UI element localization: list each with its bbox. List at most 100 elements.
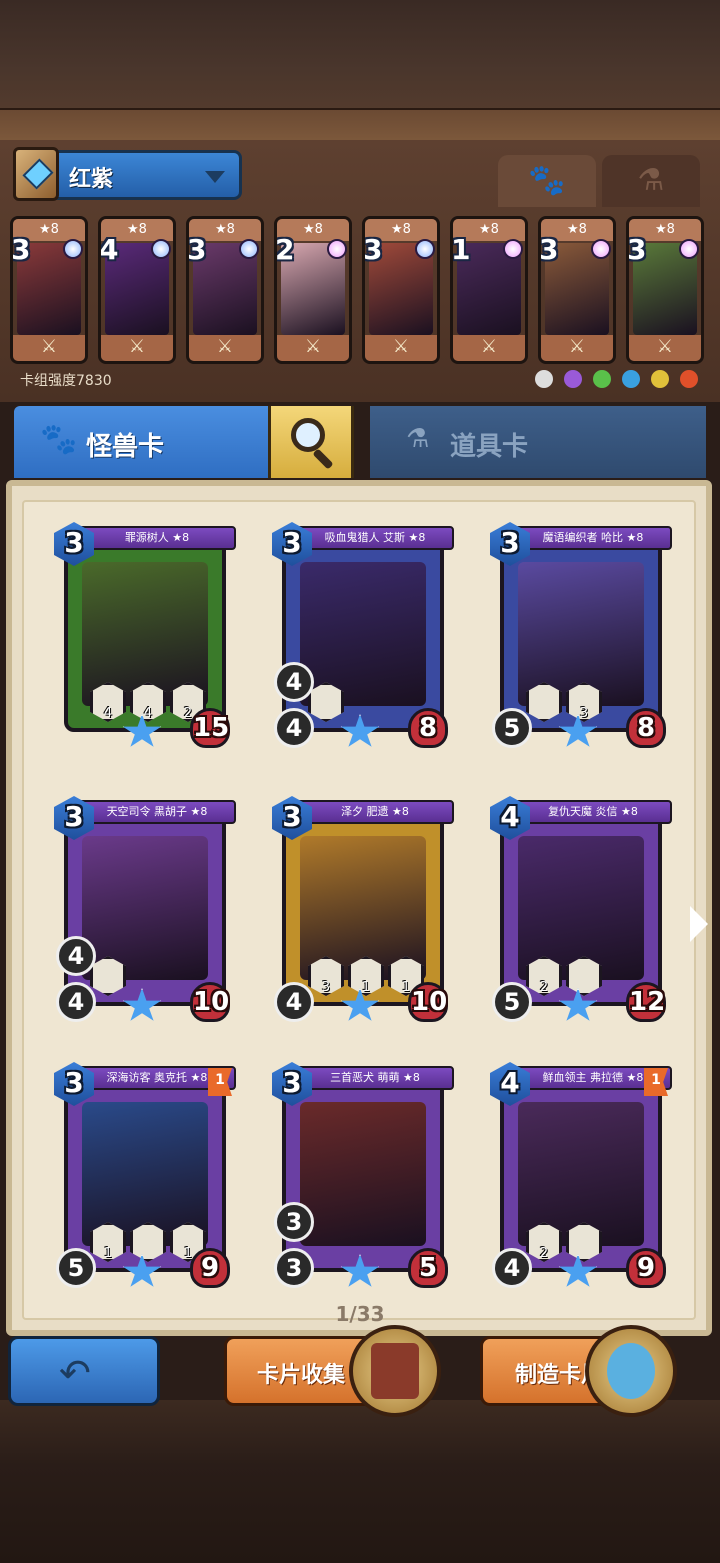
monster-card[interactable]: 罪源树人 ★8 3 4 4 2 15	[54, 522, 236, 750]
card-attack: 4	[274, 708, 314, 748]
tab-item-label: 道具卡	[450, 432, 529, 462]
ability-icon	[566, 956, 602, 996]
yellow-element-icon[interactable]	[650, 370, 669, 388]
gem-icon	[327, 239, 347, 259]
ability-icon: 4	[130, 682, 166, 722]
ability-icon: 1	[348, 956, 384, 996]
element-filter-icons	[529, 370, 698, 390]
card-name: 魔语编织者 哈比 ★8	[514, 526, 672, 550]
card-abilities: 311	[308, 956, 424, 996]
craft-card-button[interactable]: 制造卡片	[480, 1325, 677, 1417]
sword-icon: ⚔	[453, 335, 525, 361]
monster-card[interactable]: 魔语编织者 哈比 ★8 3 3 8 5	[490, 522, 672, 750]
ability-icon: 2	[526, 1222, 562, 1262]
sword-icon: ⚔	[13, 335, 85, 361]
ability-icon	[90, 956, 126, 996]
bottom-wood-footer	[0, 1400, 720, 1563]
card-hp: 8	[626, 708, 666, 748]
potion-icon: ⚗	[406, 424, 430, 454]
purple-element-icon[interactable]	[563, 370, 582, 388]
ability-icon	[130, 1222, 166, 1262]
deck-card[interactable]: ★8 ⚔ 1	[450, 216, 528, 364]
deck-card[interactable]: ★8 ⚔ 3	[362, 216, 440, 364]
monster-card[interactable]: 复仇天魔 炎信 ★8 4 2 12 5	[490, 796, 672, 1024]
sword-icon: ⚔	[277, 335, 349, 361]
ability-icon: 3	[566, 682, 602, 722]
card-stat: 4	[274, 662, 314, 702]
card-hp: 10	[408, 982, 448, 1022]
potion-icon: ⚗	[637, 163, 665, 198]
card-attack: 5	[56, 1248, 96, 1288]
tab-monster-filter[interactable]: 🐾	[498, 155, 596, 207]
monster-card[interactable]: 深海访客 奥克托 ★8 3 1 1 9 5 1	[54, 1062, 236, 1290]
card-grid: 罪源树人 ★8 3 4 4 2 15 吸血鬼猎人 艾斯 ★8 3 8 4 4 魔语编织者 哈比 ★8 3…	[22, 500, 696, 1320]
deck-card-cost: 3	[627, 233, 647, 266]
next-page-arrow-icon[interactable]	[690, 906, 708, 942]
deck-card-cost: 3	[363, 233, 383, 266]
card-hp: 9	[190, 1248, 230, 1288]
card-type-tabs: 🐾 怪兽卡 ⚗ 道具卡	[14, 406, 706, 478]
deck-name: 红紫	[69, 167, 114, 192]
deck-selector-dropdown[interactable]: 红紫	[13, 147, 242, 201]
deck-card[interactable]: ★8 ⚔ 3	[10, 216, 88, 364]
ability-icon	[566, 1222, 602, 1262]
tab-monster-label: 怪兽卡	[86, 432, 165, 462]
tab-item-cards[interactable]: ⚗ 道具卡	[370, 406, 706, 478]
deck-card-cost: 4	[99, 233, 119, 266]
monster-card[interactable]: 吸血鬼猎人 艾斯 ★8 3 8 4 4	[272, 522, 454, 750]
monster-card[interactable]: 鲜血领主 弗拉德 ★8 4 2 9 4 1	[490, 1062, 672, 1290]
tab-monster-cards[interactable]: 🐾 怪兽卡	[14, 406, 268, 478]
deck-card[interactable]: ★8 ⚔ 3	[626, 216, 704, 364]
card-hp: 10	[190, 982, 230, 1022]
top-wood-header	[0, 0, 720, 140]
deck-card-list: ★8 ⚔ 3 ★8 ⚔ 4 ★8 ⚔ 3 ★8 ⚔ 2 ★8 ⚔ 3 ★8 ⚔ 1 ★8 ⚔ 3 ★8 ⚔ 3	[10, 216, 710, 366]
circle-icon[interactable]	[534, 370, 553, 388]
page-indicator: 1/33	[335, 1302, 385, 1326]
fire-element-icon[interactable]	[680, 370, 698, 388]
card-name: 吸血鬼猎人 艾斯 ★8	[296, 526, 454, 550]
sword-icon: ⚔	[101, 335, 173, 361]
tab-item-filter[interactable]: ⚗	[602, 155, 700, 207]
ability-icon	[308, 682, 344, 722]
card-attack: 5	[492, 982, 532, 1022]
sword-icon: ⚔	[541, 335, 613, 361]
deck-card[interactable]: ★8 ⚔ 3	[186, 216, 264, 364]
card-hp: 5	[408, 1248, 448, 1288]
deck-card-cost: 3	[11, 233, 31, 266]
back-button[interactable]: ↶	[8, 1336, 160, 1406]
ability-icon: 1	[90, 1222, 126, 1262]
back-arrow-icon: ↶	[59, 1351, 91, 1395]
craft-potion-icon	[585, 1325, 677, 1417]
ability-icon: 3	[308, 956, 344, 996]
blue-element-icon[interactable]	[621, 370, 640, 388]
deck-card[interactable]: ★8 ⚔ 3	[538, 216, 616, 364]
deck-card-cost: 3	[187, 233, 207, 266]
deck-card[interactable]: ★8 ⚔ 4	[98, 216, 176, 364]
sword-icon: ⚔	[365, 335, 437, 361]
sword-icon: ⚔	[629, 335, 701, 361]
monster-card[interactable]: 三首恶犬 萌萌 ★8 3 5 3 3	[272, 1062, 454, 1290]
search-button[interactable]	[268, 406, 354, 478]
deck-card[interactable]: ★8 ⚔ 2	[274, 216, 352, 364]
card-name: 泽夕 肥遗 ★8	[296, 800, 454, 824]
search-icon	[291, 418, 325, 452]
chevron-down-icon	[205, 171, 225, 183]
card-hp: 8	[408, 708, 448, 748]
card-name: 罪源树人 ★8	[78, 526, 236, 550]
card-abilities: 3	[526, 682, 602, 722]
gem-icon	[415, 239, 435, 259]
card-hp: 9	[626, 1248, 666, 1288]
monster-card[interactable]: 天空司令 黑胡子 ★8 3 10 4 4	[54, 796, 236, 1024]
card-abilities	[90, 956, 126, 996]
card-stat: 3	[274, 1202, 314, 1242]
card-stat: 4	[56, 936, 96, 976]
card-collection-button[interactable]: 卡片收集	[224, 1325, 441, 1417]
card-book-panel: 罪源树人 ★8 3 4 4 2 15 吸血鬼猎人 艾斯 ★8 3 8 4 4 魔语编织者 哈比 ★8 3…	[6, 480, 712, 1336]
green-element-icon[interactable]	[592, 370, 611, 388]
card-frame	[282, 532, 444, 732]
sword-icon: ⚔	[189, 335, 261, 361]
card-abilities: 442	[90, 682, 206, 722]
monster-card[interactable]: 泽夕 肥遗 ★8 3 3 1 1 10 4	[272, 796, 454, 1024]
ability-icon: 4	[90, 682, 126, 722]
gem-icon	[679, 239, 699, 259]
